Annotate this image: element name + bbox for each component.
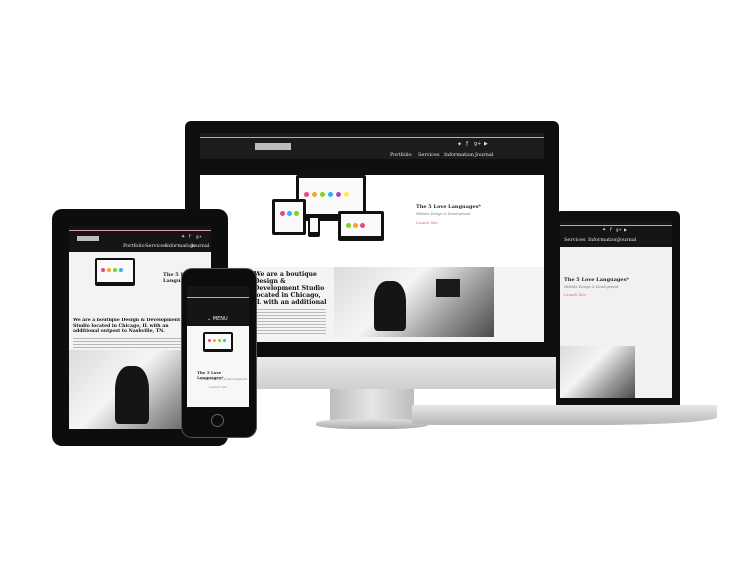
about-heading: We are a boutique Design & Development S…: [254, 271, 327, 305]
hero-subtitle: Website Design & Development: [199, 377, 248, 381]
color-dot: [344, 192, 349, 197]
color-dot: [328, 192, 333, 197]
facebook-icon[interactable]: f: [189, 234, 191, 240]
color-dot: [336, 192, 341, 197]
hero-monitor-image: [95, 258, 135, 286]
hero-tablet-image: [272, 199, 306, 235]
imac-stand: [330, 389, 414, 421]
laptop-screen: ✦ f g+ ▶ Services Information Journal Th…: [560, 221, 672, 398]
facebook-icon[interactable]: f: [466, 141, 468, 148]
nav-services[interactable]: Services: [418, 152, 440, 158]
hero-link[interactable]: Launch Site: [564, 293, 586, 297]
nav-portfolio[interactable]: Portfolio: [123, 243, 145, 249]
color-dot: [312, 192, 317, 197]
youtube-icon[interactable]: ▶: [484, 141, 488, 147]
mobile-menu-label: MENU: [212, 316, 228, 322]
nav-information[interactable]: Information: [588, 237, 618, 243]
hero-subtitle: Website Design & Development: [416, 212, 471, 216]
hero-laptop-image: [338, 211, 384, 241]
mobile-menu-button[interactable]: ⌄ MENU: [207, 316, 228, 322]
accent-line: [200, 137, 544, 138]
about-text: [254, 307, 326, 335]
site-logo: [255, 143, 291, 150]
google-plus-icon[interactable]: g+: [616, 227, 622, 232]
google-plus-icon[interactable]: g+: [196, 234, 202, 239]
phone-home-button[interactable]: [211, 414, 224, 427]
nav-journal[interactable]: Journal: [618, 237, 636, 243]
about-heading: We are a boutique Design & Development S…: [73, 318, 181, 334]
site-logo: [77, 236, 99, 241]
hero-link[interactable]: Launch Site: [209, 385, 227, 389]
office-photo: [560, 346, 635, 398]
hero-subtitle: Website Design & Development: [564, 285, 619, 289]
twitter-icon[interactable]: ✦: [602, 227, 606, 233]
color-dot: [320, 192, 325, 197]
hero-link[interactable]: Launch Site: [416, 221, 438, 225]
facebook-icon[interactable]: f: [610, 227, 612, 233]
hero-title: The 5 Love Languages*: [564, 277, 630, 283]
office-photo: [334, 267, 494, 337]
hero-monitor-image: [203, 332, 233, 352]
chevron-down-icon: ⌄: [207, 316, 212, 322]
nav-services[interactable]: Services: [145, 243, 167, 249]
color-dot: [304, 192, 309, 197]
twitter-icon[interactable]: ✦: [181, 234, 185, 240]
nav-services[interactable]: Services: [564, 237, 586, 243]
twitter-icon[interactable]: ✦: [457, 141, 462, 148]
nav-journal[interactable]: Journal: [475, 152, 493, 158]
hero-section: The 5 Love Languages* Website Design & D…: [200, 175, 544, 267]
youtube-icon[interactable]: ▶: [624, 227, 627, 232]
google-plus-icon[interactable]: g+: [474, 141, 481, 147]
site-nav: Portfolio Services Information Journal: [200, 143, 544, 175]
about-text: [73, 336, 183, 350]
nav-portfolio[interactable]: Portfolio: [390, 152, 412, 158]
hero-title: The 5 Love Languages*: [416, 204, 482, 210]
nav-information[interactable]: Information: [444, 152, 474, 158]
nav-journal[interactable]: Journal: [191, 243, 209, 249]
phone-screen: ⌄ MENU The 5 Love Languages* Website Des…: [187, 286, 249, 407]
phone-site-header: ⌄ MENU: [187, 286, 249, 326]
hero-phone-image: [308, 215, 320, 237]
tablet-site-header: ✦ f g+ Portfolio Services Information Jo…: [69, 226, 211, 252]
laptop-base: [412, 405, 717, 425]
laptop-site-header: ✦ f g+ ▶ Services Information Journal: [560, 221, 672, 247]
